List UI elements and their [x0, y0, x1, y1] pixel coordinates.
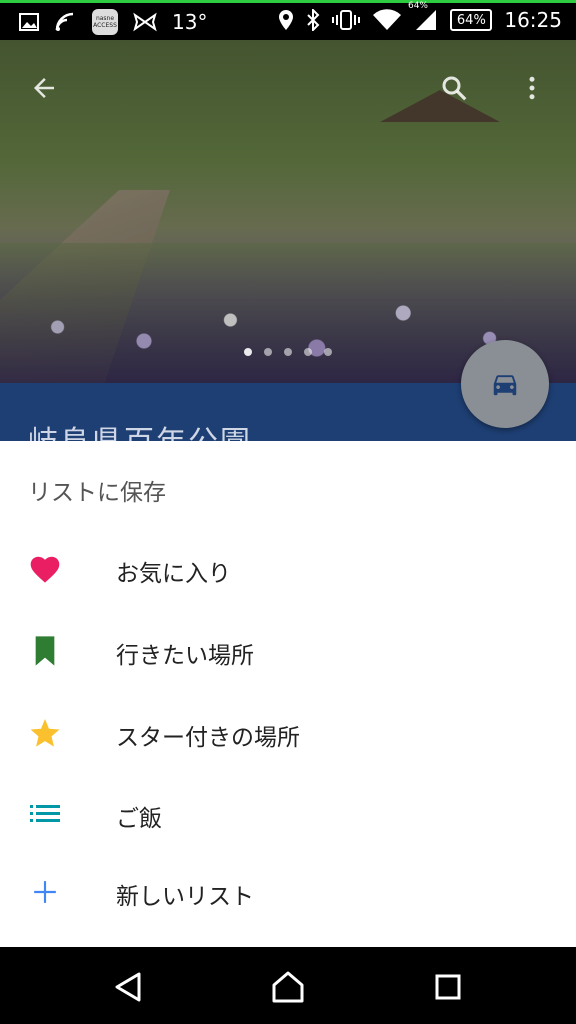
list-item-label: スター付きの場所	[116, 725, 300, 751]
pager-dot	[284, 348, 292, 356]
list-item-label: 行きたい場所	[116, 643, 254, 669]
list-item-label: ご飯	[116, 806, 162, 832]
save-to-list-sheet: リストに保存 お気に入り 行きたい場所 スター付きの場所 ご飯 新しいリスト	[0, 441, 576, 947]
status-bar-left: nasne ACCESS 13°	[18, 9, 207, 35]
place-photo[interactable]	[0, 40, 576, 383]
search-button[interactable]	[434, 68, 474, 108]
signal-wave-icon	[55, 12, 74, 31]
list-item-gohan[interactable]: ご飯	[0, 785, 576, 849]
bluetooth-icon	[307, 9, 320, 31]
list-item-label: お気に入り	[116, 561, 231, 587]
location-icon	[279, 10, 294, 30]
list-item-favorites[interactable]: お気に入り	[0, 540, 576, 604]
sheet-title: リストに保存	[28, 480, 166, 506]
vibrate-icon	[332, 10, 361, 30]
nav-home-button[interactable]	[266, 965, 310, 1009]
list-icon	[28, 797, 62, 831]
list-item-label: 新しいリスト	[116, 884, 254, 910]
clock-text: 16:25	[504, 8, 562, 32]
nav-back-button[interactable]	[106, 965, 150, 1009]
heart-icon	[28, 552, 62, 586]
nav-recents-icon	[435, 974, 461, 1000]
plus-icon	[28, 875, 62, 909]
list-item-want-to-go[interactable]: 行きたい場所	[0, 622, 576, 686]
pager-dot	[304, 348, 312, 356]
list-item-new-list[interactable]: 新しいリスト	[0, 863, 576, 927]
nav-recents-button[interactable]	[426, 965, 470, 1009]
pager-dot	[264, 348, 272, 356]
nasne-badge-text: nasne ACCESS	[93, 15, 117, 29]
star-icon	[28, 716, 62, 750]
arrow-back-icon	[34, 78, 54, 98]
more-vert-icon	[529, 76, 535, 100]
butterfly-icon	[133, 12, 157, 32]
back-button[interactable]	[24, 68, 64, 108]
gallery-icon	[19, 13, 39, 31]
temperature-text: 13°	[172, 10, 208, 34]
nav-back-icon	[115, 972, 141, 1002]
car-icon	[493, 375, 517, 396]
nav-home-icon	[272, 971, 304, 1003]
bookmark-icon	[28, 634, 62, 668]
status-bar-right: 64% 16:25	[278, 8, 562, 32]
place-title: 岐阜県百年公園	[28, 417, 252, 441]
nasne-app-icon: nasne ACCESS	[92, 9, 118, 35]
pager-dot	[324, 348, 332, 356]
cell-signal-icon	[416, 10, 437, 30]
photo-dim-overlay	[0, 40, 576, 383]
status-bar: nasne ACCESS 13° 64% 64% 16:25	[0, 0, 576, 40]
navigation-bar	[0, 947, 576, 1024]
list-item-starred[interactable]: スター付きの場所	[0, 704, 576, 768]
wifi-icon	[373, 9, 402, 30]
search-icon	[442, 76, 467, 101]
more-options-button[interactable]	[512, 68, 552, 108]
directions-button[interactable]	[461, 340, 549, 428]
pager-dot	[244, 348, 252, 356]
battery-indicator: 64%	[450, 9, 493, 31]
